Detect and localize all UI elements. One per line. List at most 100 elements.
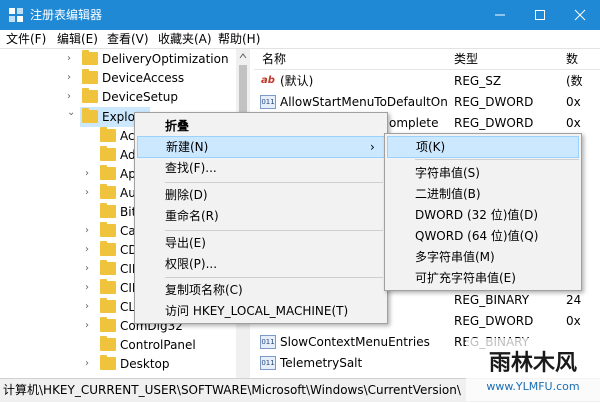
chevron-right-icon[interactable]: › <box>85 221 97 241</box>
menu-edit[interactable]: 编辑(E) <box>57 31 98 47</box>
folder-icon <box>100 222 116 237</box>
menu-item-export[interactable]: 导出(E) <box>137 232 385 254</box>
tree-item[interactable]: ControlPanel <box>0 335 236 355</box>
folder-icon <box>82 108 98 123</box>
chevron-right-icon[interactable]: › <box>85 164 97 184</box>
folder-icon <box>100 336 116 351</box>
submenu-item-string[interactable]: 字符串值(S) <box>387 162 579 184</box>
folder-icon <box>100 241 116 256</box>
menu-item-label: 权限(P)... <box>165 257 218 271</box>
menu-item-label: 二进制值(B) <box>415 187 481 201</box>
column-type-header[interactable]: 类型 <box>454 51 478 67</box>
tree-item-label: DeliveryOptimization <box>102 52 229 66</box>
submenu-item-multi-string[interactable]: 多字符串值(M) <box>387 246 579 268</box>
table-row[interactable]: 011 AllowStartMenuToDefaultOn REG_DWORD … <box>254 92 600 113</box>
tree-item-label: DeviceAccess <box>102 71 185 85</box>
watermark-graphic: 雨林木风 www.YLMFU.com <box>466 338 600 401</box>
chevron-right-icon[interactable]: › <box>85 316 97 336</box>
folder-icon <box>100 165 116 180</box>
tree-item-label: DeviceSetup <box>102 90 178 104</box>
tree-item-label: ControlPanel <box>120 338 196 352</box>
binary-value-icon: 011 <box>260 95 276 109</box>
menu-item-collapse[interactable]: 折叠 <box>137 115 385 137</box>
submenu-item-dword[interactable]: DWORD (32 位)值(D) <box>387 204 579 226</box>
menu-item-delete[interactable]: 删除(D) <box>137 184 385 206</box>
chevron-right-icon[interactable]: › <box>85 240 97 260</box>
tree-item-label: Ac <box>120 129 135 143</box>
scroll-up-icon[interactable] <box>236 49 250 63</box>
menu-item-label: 复制项名称(C) <box>165 283 243 297</box>
column-data-header[interactable]: 数 <box>566 51 578 67</box>
submenu-item-binary[interactable]: 二进制值(B) <box>387 183 579 205</box>
menu-item-copy-key-name[interactable]: 复制项名称(C) <box>137 279 385 301</box>
close-button[interactable] <box>560 0 600 30</box>
menu-item-label: 查找(F)... <box>165 161 217 175</box>
menu-favorites[interactable]: 收藏夹(A) <box>158 31 212 47</box>
menu-separator <box>165 182 383 183</box>
menu-item-permissions[interactable]: 权限(P)... <box>137 253 385 275</box>
tree-item[interactable]: › DeviceAccess <box>0 68 236 88</box>
chevron-down-icon[interactable]: ⌄ <box>67 107 79 127</box>
value-type: REG_BINARY <box>454 293 530 307</box>
chevron-right-icon[interactable]: › <box>85 354 97 374</box>
menu-view[interactable]: 查看(V) <box>107 31 149 47</box>
chevron-right-icon[interactable]: › <box>67 87 79 107</box>
string-value-icon: ab <box>261 75 275 86</box>
column-name-header[interactable]: 名称 <box>262 51 286 67</box>
value-type: REG_SZ <box>454 74 502 88</box>
menu-item-label: 重命名(R) <box>165 209 219 223</box>
list-header: 名称 类型 数 <box>254 49 600 70</box>
watermark-url: www.YLMFU.com <box>486 380 579 393</box>
chevron-right-icon[interactable]: › <box>67 49 79 69</box>
title-bar: 注册表编辑器 <box>0 0 600 30</box>
value-type: REG_DWORD <box>454 314 534 328</box>
menu-item-new[interactable]: 新建(N) › <box>137 136 385 158</box>
binary-value-icon: 011 <box>260 356 276 370</box>
menu-item-label: 字符串值(S) <box>415 166 480 180</box>
tree-item[interactable]: › DeviceSetup <box>0 87 236 107</box>
value-name: AllowStartMenuToDefaultOn <box>280 95 448 109</box>
tree-item[interactable]: › DeliveryOptimization <box>0 49 236 69</box>
menu-item-goto-hklm[interactable]: 访问 HKEY_LOCAL_MACHINE(T) <box>137 300 385 322</box>
folder-icon <box>82 50 98 65</box>
value-data: 0x <box>566 95 581 109</box>
binary-value-icon: 011 <box>260 335 276 349</box>
minimize-icon <box>495 14 505 16</box>
menu-item-label: DWORD (32 位)值(D) <box>415 208 538 222</box>
close-icon <box>574 9 586 21</box>
table-row[interactable]: ab (默认) REG_SZ (数 <box>254 71 600 92</box>
folder-icon <box>82 88 98 103</box>
chevron-right-icon[interactable]: › <box>67 68 79 88</box>
menu-separator <box>415 159 579 160</box>
menu-help[interactable]: 帮助(H) <box>218 31 260 47</box>
submenu-item-expandable-string[interactable]: 可扩充字符串值(E) <box>387 267 579 289</box>
value-data: 24 <box>566 293 582 307</box>
value-data: (数 <box>566 74 583 88</box>
minimize-button[interactable] <box>480 0 520 30</box>
new-submenu: 项(K) 字符串值(S) 二进制值(B) DWORD (32 位)值(D) QW… <box>384 133 582 291</box>
submenu-item-qword[interactable]: QWORD (64 位)值(Q) <box>387 225 579 247</box>
menu-separator <box>165 277 383 278</box>
folder-icon <box>100 279 116 294</box>
folder-icon <box>100 203 116 218</box>
folder-icon <box>100 355 116 370</box>
submenu-item-key[interactable]: 项(K) <box>387 136 579 158</box>
menu-file[interactable]: 文件(F) <box>6 31 46 47</box>
chevron-right-icon[interactable]: › <box>85 259 97 279</box>
menu-item-label: 删除(D) <box>165 188 208 202</box>
value-type: REG_DWORD <box>454 116 534 130</box>
menu-item-rename[interactable]: 重命名(R) <box>137 205 385 227</box>
chevron-right-icon[interactable]: › <box>85 183 97 203</box>
folder-icon <box>100 184 116 199</box>
tree-item[interactable]: › Desktop <box>0 354 236 374</box>
maximize-button[interactable] <box>520 0 560 30</box>
chevron-right-icon[interactable]: › <box>85 278 97 298</box>
chevron-right-icon: › <box>370 140 375 154</box>
value-type: REG_DWORD <box>454 95 534 109</box>
menu-item-label: 折叠 <box>165 119 190 133</box>
chevron-right-icon[interactable]: › <box>85 297 97 317</box>
menu-item-find[interactable]: 查找(F)... <box>137 157 385 179</box>
value-name: omplete <box>389 116 439 130</box>
menu-item-label: 访问 HKEY_LOCAL_MACHINE(T) <box>165 304 349 318</box>
value-data: 0x <box>566 116 581 130</box>
